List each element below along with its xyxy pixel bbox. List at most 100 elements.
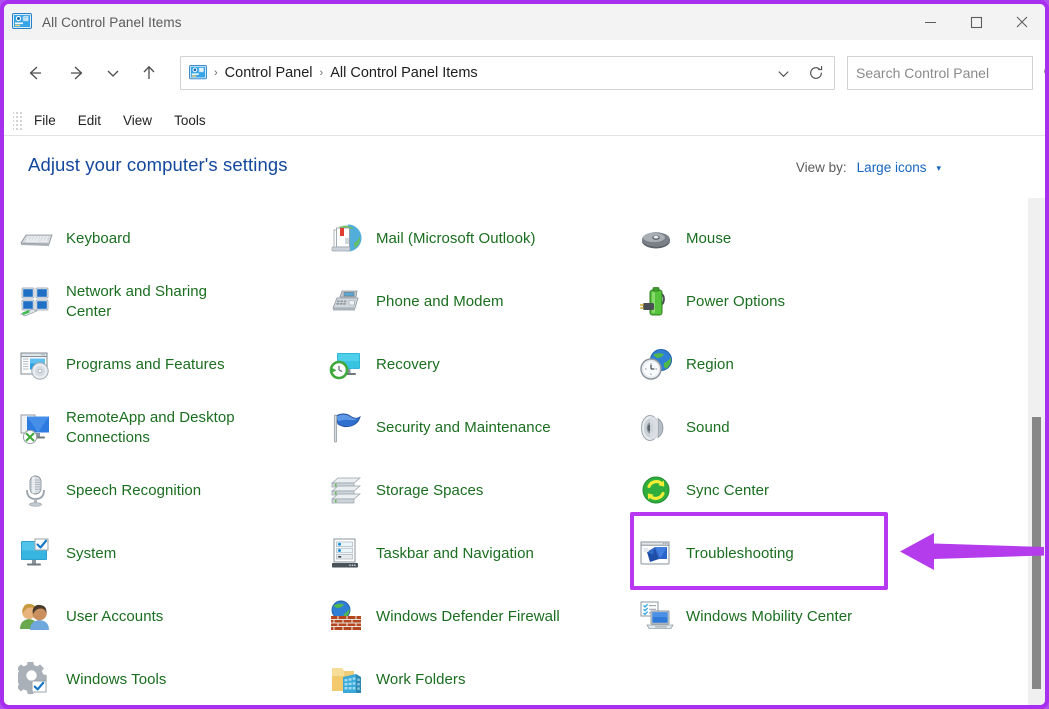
- item-storage-spaces[interactable]: Storage Spaces: [328, 459, 638, 522]
- breadcrumb-item-control-panel[interactable]: Control Panel: [225, 65, 313, 81]
- item-windows-tools[interactable]: Windows Tools: [18, 648, 328, 705]
- item-label: RemoteApp and Desktop Connections: [66, 409, 235, 446]
- item-label: Programs and Features: [66, 355, 225, 373]
- item-label: Storage Spaces: [376, 481, 484, 499]
- item-label: Mouse: [686, 229, 732, 247]
- sound-icon: [638, 410, 674, 446]
- control-panel-icon: [189, 65, 207, 81]
- item-speech-recognition[interactable]: Speech Recognition: [18, 459, 328, 522]
- menu-item-edit[interactable]: Edit: [67, 111, 112, 130]
- item-label: Network and Sharing Center: [66, 283, 208, 320]
- item-region[interactable]: Region: [638, 333, 958, 396]
- taskbar-navigation-icon: [328, 536, 364, 572]
- item-label: Mail (Microsoft Outlook): [376, 229, 536, 247]
- chevron-down-icon[interactable]: [768, 57, 798, 89]
- menu-item-view[interactable]: View: [112, 111, 163, 130]
- item-label: Sound: [686, 418, 730, 436]
- view-by-value[interactable]: Large icons: [857, 160, 927, 175]
- address-bar[interactable]: › Control Panel › All Control Panel Item…: [180, 56, 835, 90]
- work-folders-icon: [328, 662, 364, 698]
- troubleshooting-icon: [638, 536, 674, 572]
- vertical-scrollbar[interactable]: [1028, 198, 1045, 705]
- item-power-options[interactable]: Power Options: [638, 270, 958, 333]
- security-maintenance-icon: [328, 410, 364, 446]
- item-label: Power Options: [686, 292, 786, 310]
- item-label: Troubleshooting: [686, 544, 794, 562]
- item-mouse[interactable]: Mouse: [638, 207, 958, 270]
- navigation-bar: › Control Panel › All Control Panel Item…: [4, 40, 1045, 106]
- menu-item-file[interactable]: File: [23, 111, 67, 130]
- back-arrow-icon[interactable]: [18, 56, 52, 90]
- item-sound[interactable]: Sound: [638, 396, 958, 459]
- network-sharing-icon: [18, 284, 54, 320]
- minimize-button[interactable]: [907, 4, 953, 40]
- recovery-icon: [328, 347, 364, 383]
- item-network-and-sharing-center[interactable]: Network and Sharing Center: [18, 270, 328, 333]
- control-panel-icon: [12, 13, 32, 31]
- window-title: All Control Panel Items: [42, 14, 182, 30]
- control-panel-window: All Control Panel Items › Control Panel …: [0, 0, 1049, 709]
- item-mail[interactable]: Mail (Microsoft Outlook): [328, 207, 638, 270]
- item-label: Speech Recognition: [66, 481, 202, 499]
- mouse-icon: [638, 221, 674, 257]
- region-icon: [638, 347, 674, 383]
- phone-modem-icon: [328, 284, 364, 320]
- programs-features-icon: [18, 347, 54, 383]
- view-by-control: View by: Large icons ▾: [796, 160, 941, 175]
- item-security-and-maintenance[interactable]: Security and Maintenance: [328, 396, 638, 459]
- menu-grip-handle[interactable]: [13, 109, 23, 132]
- item-sync-center[interactable]: Sync Center: [638, 459, 958, 522]
- breadcrumb-separator: ›: [319, 67, 324, 79]
- item-keyboard[interactable]: Keyboard: [18, 207, 328, 270]
- title-bar: All Control Panel Items: [4, 4, 1045, 40]
- item-system[interactable]: System: [18, 522, 328, 585]
- keyboard-icon: [18, 221, 54, 257]
- item-label: Work Folders: [376, 670, 466, 688]
- grid-empty-cell: [638, 648, 958, 705]
- item-taskbar-and-navigation[interactable]: Taskbar and Navigation: [328, 522, 638, 585]
- breadcrumb-item-all-control-panel-items[interactable]: All Control Panel Items: [330, 65, 477, 81]
- item-work-folders[interactable]: Work Folders: [328, 648, 638, 705]
- close-button[interactable]: [999, 4, 1045, 40]
- scrollbar-thumb[interactable]: [1032, 417, 1041, 689]
- user-accounts-icon: [18, 599, 54, 635]
- page-header: Adjust your computer's settings View by:…: [4, 136, 1045, 198]
- item-label: Region: [686, 355, 734, 373]
- item-label: System: [66, 544, 117, 562]
- storage-spaces-icon: [328, 473, 364, 509]
- maximize-button[interactable]: [953, 4, 999, 40]
- breadcrumb-separator: ›: [214, 67, 218, 79]
- item-remoteapp-and-desktop-connections[interactable]: RemoteApp and Desktop Connections: [18, 396, 328, 459]
- mail-icon: [328, 221, 364, 257]
- window-controls: [907, 4, 1045, 40]
- item-windows-mobility-center[interactable]: Windows Mobility Center: [638, 585, 958, 648]
- page-title: Adjust your computer's settings: [28, 154, 288, 175]
- caret-down-icon[interactable]: ▾: [936, 163, 941, 174]
- item-troubleshooting[interactable]: Troubleshooting: [638, 522, 958, 585]
- refresh-icon[interactable]: [798, 57, 834, 89]
- forward-arrow-icon[interactable]: [60, 56, 94, 90]
- system-icon: [18, 536, 54, 572]
- item-label: Windows Defender Firewall: [376, 607, 560, 625]
- search-box[interactable]: [847, 56, 1045, 90]
- sync-center-icon: [638, 473, 674, 509]
- windows-mobility-center-icon: [638, 599, 674, 635]
- item-label: User Accounts: [66, 607, 164, 625]
- item-label: Keyboard: [66, 229, 131, 247]
- control-panel-items-area: Keyboard Mail (Microsoft Outlook) Mouse …: [4, 198, 1045, 705]
- item-label: Recovery: [376, 355, 440, 373]
- item-windows-defender-firewall[interactable]: Windows Defender Firewall: [328, 585, 638, 648]
- chevron-down-icon[interactable]: [100, 56, 126, 90]
- power-options-icon: [638, 284, 674, 320]
- search-input[interactable]: [856, 65, 1037, 81]
- search-icon[interactable]: [1037, 65, 1045, 81]
- menu-item-tools[interactable]: Tools: [163, 111, 217, 130]
- control-panel-items-grid: Keyboard Mail (Microsoft Outlook) Mouse …: [18, 207, 978, 705]
- view-by-label: View by:: [795, 160, 847, 175]
- item-phone-and-modem[interactable]: Phone and Modem: [328, 270, 638, 333]
- item-label: Phone and Modem: [376, 292, 504, 310]
- item-programs-and-features[interactable]: Programs and Features: [18, 333, 328, 396]
- item-user-accounts[interactable]: User Accounts: [18, 585, 328, 648]
- item-recovery[interactable]: Recovery: [328, 333, 638, 396]
- up-arrow-icon[interactable]: [132, 56, 166, 90]
